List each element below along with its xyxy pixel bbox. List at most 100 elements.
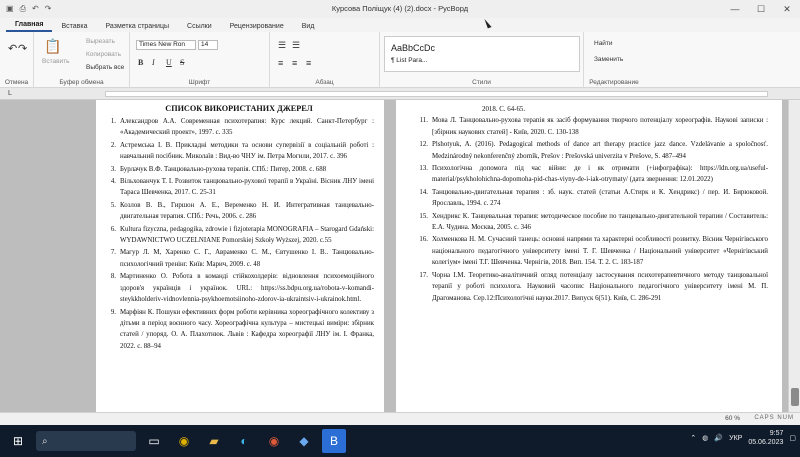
cut-button[interactable]: Вырезать bbox=[86, 38, 115, 45]
tab-home[interactable]: Главная bbox=[6, 21, 53, 32]
reference-text: Психологічна допомога під час війни: де … bbox=[432, 165, 768, 184]
reference-number: 11. bbox=[419, 117, 428, 125]
undo-button[interactable]: ↶ bbox=[8, 42, 17, 55]
ruler-bar[interactable] bbox=[105, 91, 768, 97]
italic-button[interactable]: I bbox=[152, 58, 155, 67]
reference-item: 15. Хендрикс К. Танцевальная терапия: мет… bbox=[416, 211, 768, 234]
reference-item: 16. Холменкова Н. М. Сучасний танець: осн… bbox=[416, 234, 768, 268]
volume-icon[interactable]: 🔊 bbox=[714, 434, 723, 442]
reference-continuation: 2018. С. 64-65. bbox=[482, 106, 526, 113]
rusword-icon[interactable]: B bbox=[322, 429, 346, 453]
store-icon[interactable]: ◆ bbox=[292, 429, 316, 453]
undo-group: ↶ ↷ Отмена bbox=[0, 32, 34, 88]
vertical-scrollbar[interactable] bbox=[788, 100, 800, 412]
zoom-level[interactable]: 60 % bbox=[725, 415, 740, 422]
chrome-icon[interactable]: ◉ bbox=[172, 429, 196, 453]
scrollbar-thumb[interactable] bbox=[791, 388, 799, 406]
reference-text: Марфіян К. Пошуки ефективних форм роботи… bbox=[120, 308, 374, 350]
font-name-select[interactable]: Times New Ron bbox=[136, 40, 196, 50]
chrome-icon-2[interactable]: ◉ bbox=[262, 429, 286, 453]
maximize-button[interactable]: ☐ bbox=[748, 0, 774, 18]
bullets-icon[interactable]: ☰ bbox=[278, 40, 286, 51]
tab-page-layout[interactable]: Разметка страницы bbox=[97, 23, 179, 32]
page-right[interactable]: 2018. С. 64-65. 11. Мова Л. Танцювально-р… bbox=[396, 100, 782, 412]
styles-group-label: Стили bbox=[472, 79, 491, 86]
tab-review[interactable]: Рецензирование bbox=[221, 23, 293, 32]
reference-number: 17. bbox=[419, 271, 428, 279]
reference-number: 15. bbox=[419, 212, 428, 220]
reference-text: Магур Л. М, Харенко С. Г., Авраменко С. … bbox=[120, 249, 374, 268]
clock-time: 9:57 bbox=[769, 430, 784, 437]
bold-button[interactable]: B bbox=[138, 58, 143, 67]
clock-date: 05.06.2023 bbox=[748, 439, 784, 446]
reference-text: Plshotyuk, A. (2016). Pedagogical method… bbox=[432, 141, 768, 160]
align-left-icon[interactable]: ≡ bbox=[278, 58, 283, 68]
reference-item: 12. Plshotyuk, A. (2016). Pedagogical met… bbox=[416, 139, 768, 162]
reference-item: 13. Психологічна допомога під час війни: … bbox=[416, 163, 768, 186]
caps-indicator: CAPS NUM bbox=[754, 415, 794, 421]
align-center-icon[interactable]: ≡ bbox=[292, 58, 297, 68]
document-area: СПИСОК ВИКОРИСТАНИХ ДЖЕРЕЛ 1. Александров… bbox=[0, 100, 788, 412]
reference-item: 3. Бурлачук В.Ф. Танцювально-рухова терап… bbox=[104, 164, 374, 175]
numbering-icon[interactable]: ☰ bbox=[292, 40, 300, 51]
reference-number: 14. bbox=[419, 188, 428, 196]
tab-references[interactable]: Ссылки bbox=[178, 23, 221, 32]
redo-button[interactable]: ↷ bbox=[18, 42, 27, 55]
reference-text: Мартиненко О. Робота в команді стійкохол… bbox=[120, 273, 374, 304]
notifications-icon[interactable]: ▢ bbox=[789, 434, 796, 442]
page-left[interactable]: СПИСОК ВИКОРИСТАНИХ ДЖЕРЕЛ 1. Александров… bbox=[96, 100, 384, 412]
reference-item: 2. Астремська І. В. Прикладні методики та… bbox=[104, 140, 374, 163]
align-right-icon[interactable]: ≡ bbox=[306, 58, 311, 68]
reference-item: 8. Мартиненко О. Робота в команді стійкох… bbox=[104, 271, 374, 305]
language-indicator[interactable]: УКР bbox=[729, 435, 742, 442]
find-button[interactable]: Найти bbox=[594, 40, 613, 47]
reference-item: 14. Танцювально-двигательная терапия : зб… bbox=[416, 187, 768, 210]
right-references-list: 11. Мова Л. Танцювально-рухова терапія як… bbox=[416, 115, 768, 304]
select-all-button[interactable]: Выбрать все bbox=[86, 64, 124, 71]
styles-gallery[interactable]: AaBbCcDc ¶ List Para... bbox=[384, 36, 580, 72]
paste-icon: 📋 bbox=[44, 38, 62, 54]
reference-item: 7. Магур Л. М, Харенко С. Г., Авраменко С… bbox=[104, 247, 374, 270]
reference-number: 5. bbox=[110, 201, 116, 209]
reference-item: 17. Чорна І.М. Теоретико-аналітичний огля… bbox=[416, 270, 768, 304]
taskbar: ⊞ ⌕ ▭ ◉ ▰ ◐ ◉ ◆ B ⌃ ◍ 🔊 УКР 9:57 05.06.2… bbox=[0, 425, 800, 457]
reference-text: Бурлачук В.Ф. Танцювально-рухова терапія… bbox=[120, 165, 327, 173]
network-icon[interactable]: ◍ bbox=[702, 434, 708, 442]
reference-number: 9. bbox=[110, 308, 116, 316]
replace-button[interactable]: Заменить bbox=[594, 56, 623, 63]
file-explorer-icon[interactable]: ▰ bbox=[202, 429, 226, 453]
reference-number: 1. bbox=[110, 118, 116, 125]
undo-group-label: Отмена bbox=[4, 79, 29, 86]
editing-group-label: Редактирование bbox=[589, 79, 639, 86]
tab-view[interactable]: Вид bbox=[293, 23, 324, 32]
edge-icon[interactable]: ◐ bbox=[232, 429, 256, 453]
tab-stop-selector[interactable]: L bbox=[8, 90, 12, 97]
clipboard-group-label: Буфер обмена bbox=[59, 79, 104, 86]
reference-number: 16. bbox=[419, 236, 428, 244]
reference-text: Вільхованчук Т. І. Розвиток танцювально-… bbox=[120, 178, 374, 197]
tray-expand-icon[interactable]: ⌃ bbox=[690, 434, 696, 442]
reference-text: Козлов В. В., Гиршон А. Е., Веременко Н.… bbox=[120, 201, 374, 221]
reference-number: 7. bbox=[110, 249, 116, 257]
taskbar-search[interactable]: ⌕ bbox=[36, 431, 136, 451]
task-view-icon[interactable]: ▭ bbox=[142, 429, 166, 453]
strikethrough-button[interactable]: S bbox=[180, 58, 184, 67]
close-button[interactable]: ✕ bbox=[774, 0, 800, 18]
windows-start-icon[interactable]: ⊞ bbox=[6, 429, 30, 453]
ruler: L bbox=[0, 88, 800, 100]
paragraph-group: ☰ ☰ ≡ ≡ ≡ Абзац bbox=[270, 32, 380, 88]
reference-item: 9. Марфіян К. Пошуки ефективних форм робо… bbox=[104, 307, 374, 353]
style-preview[interactable]: AaBbCcDc bbox=[391, 43, 435, 53]
paste-button[interactable]: Вставить bbox=[42, 58, 70, 65]
ribbon: ↶ ↷ Отмена 📋 Вставить Вырезать Копироват… bbox=[0, 32, 800, 88]
style-list-paragraph[interactable]: ¶ List Para... bbox=[391, 57, 427, 64]
paragraph-group-label: Абзац bbox=[315, 79, 334, 86]
reference-number: 3. bbox=[110, 165, 116, 173]
ribbon-tabs: Главная Вставка Разметка страницы Ссылки… bbox=[0, 18, 800, 32]
tab-insert[interactable]: Вставка bbox=[52, 23, 96, 32]
minimize-button[interactable]: — bbox=[722, 0, 748, 18]
copy-button[interactable]: Копировать bbox=[86, 51, 121, 58]
underline-button[interactable]: U bbox=[166, 58, 172, 67]
clock[interactable]: 9:57 05.06.2023 bbox=[748, 429, 783, 447]
font-size-select[interactable]: 14 bbox=[198, 40, 218, 50]
